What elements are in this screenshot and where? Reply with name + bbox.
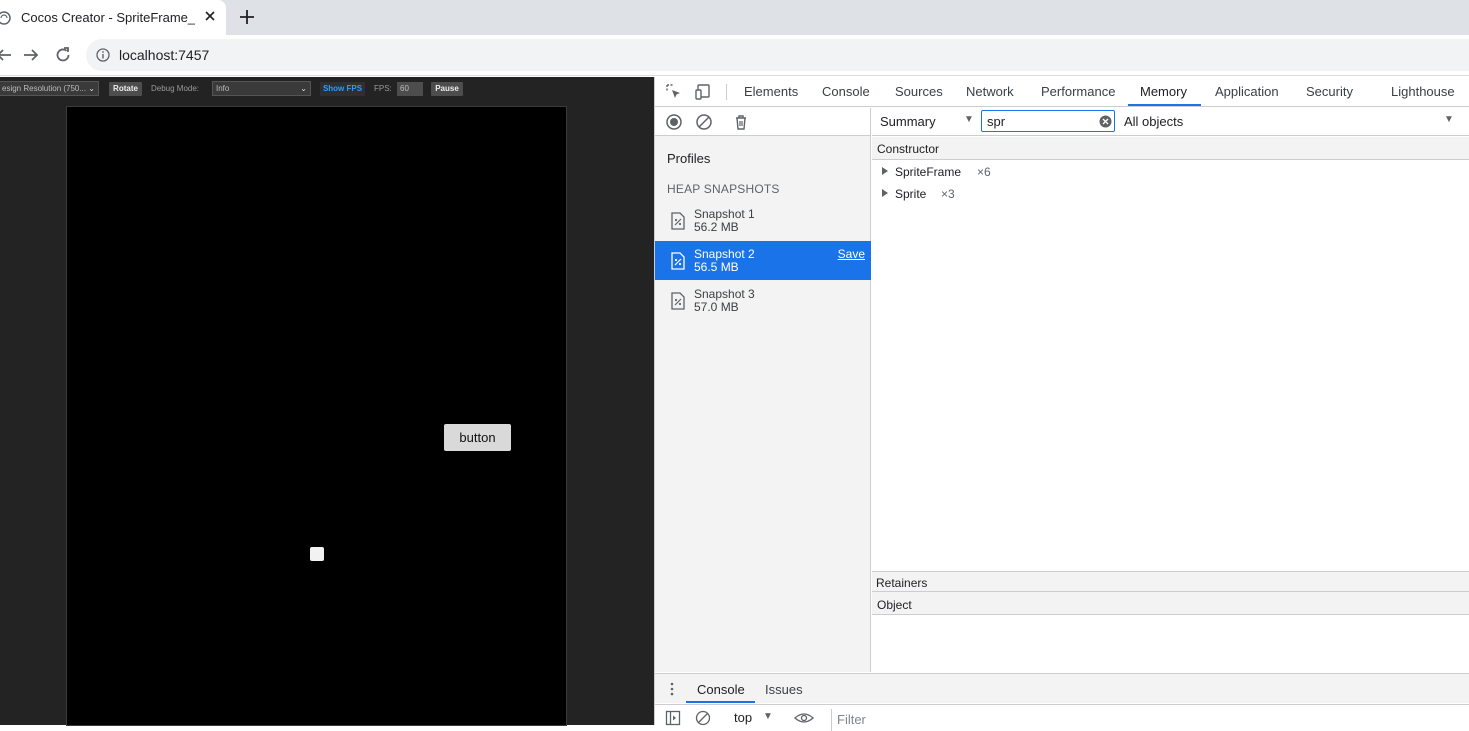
rotate-button[interactable]: Rotate <box>109 82 142 96</box>
tab-performance[interactable]: Performance <box>1041 84 1115 99</box>
snapshot-size: 56.2 MB <box>694 220 739 234</box>
console-filter-input[interactable]: Filter <box>831 709 1469 731</box>
save-link[interactable]: Save <box>838 247 865 261</box>
object-column-header[interactable]: Object <box>872 591 1469 615</box>
chrome-favicon-icon <box>0 11 11 25</box>
more-vertical-icon[interactable] <box>670 682 674 696</box>
pause-button[interactable]: Pause <box>431 82 463 96</box>
triangle-down-icon: ▼ <box>1444 114 1454 125</box>
game-sprite <box>310 547 324 561</box>
divider <box>726 84 727 100</box>
game-canvas[interactable]: button <box>66 106 567 726</box>
chevron-down-icon: ⌄ <box>300 84 307 93</box>
snapshot-item-2[interactable]: Snapshot 2 56.5 MB Save <box>655 241 871 280</box>
class-filter-input[interactable] <box>981 110 1115 132</box>
constructor-count: ×3 <box>941 187 955 201</box>
active-drawer-tab-indicator <box>686 701 755 703</box>
sidebar-toggle-icon[interactable] <box>665 710 681 726</box>
plus-icon[interactable] <box>237 7 257 27</box>
design-resolution-select[interactable]: esign Resolution (750... ⌄ <box>0 81 99 96</box>
game-button[interactable]: button <box>444 424 511 451</box>
table-row[interactable]: SpriteFrame ×6 <box>872 161 1469 183</box>
summary-toolbar: Summary ▼ All objects ▼ <box>872 108 1469 136</box>
clear-icon[interactable] <box>695 113 713 131</box>
clear-console-icon[interactable] <box>695 710 711 726</box>
tab-lighthouse[interactable]: Lighthouse <box>1391 84 1455 99</box>
objects-select-value: All objects <box>1124 114 1184 129</box>
active-tab-indicator <box>1128 104 1201 106</box>
console-toolbar: top ▼ Filter <box>655 704 1469 731</box>
snapshot-name: Snapshot 2 <box>694 247 755 261</box>
heap-snapshot-icon <box>671 252 685 270</box>
expand-triangle-icon[interactable] <box>881 166 889 176</box>
retainers-header: Retainers <box>872 571 1469 591</box>
debug-mode-select[interactable]: Info ⌄ <box>212 81 311 96</box>
info-icon[interactable] <box>96 48 110 62</box>
design-resolution-value: esign Resolution (750... <box>2 84 87 93</box>
snapshot-name: Snapshot 3 <box>694 287 755 301</box>
snapshot-name: Snapshot 1 <box>694 207 755 221</box>
view-select[interactable]: Summary ▼ <box>880 114 974 129</box>
heap-snapshot-icon <box>671 292 685 310</box>
address-bar[interactable]: localhost:7457 <box>86 39 1469 71</box>
chevron-down-icon: ⌄ <box>88 84 95 93</box>
trash-icon[interactable] <box>732 113 750 131</box>
objects-select[interactable]: All objects ▼ <box>1124 114 1464 129</box>
constructor-name: Sprite <box>895 187 927 201</box>
tab-console[interactable]: Console <box>822 84 870 99</box>
close-icon[interactable] <box>201 7 219 25</box>
back-arrow-icon[interactable] <box>0 45 14 65</box>
show-fps-button[interactable]: Show FPS <box>320 82 365 96</box>
tab-sources[interactable]: Sources <box>895 84 943 99</box>
record-icon[interactable] <box>665 113 683 131</box>
snapshot-size: 56.5 MB <box>694 260 739 274</box>
profiles-toolbar <box>655 108 871 136</box>
context-select[interactable]: top <box>734 710 752 725</box>
constructor-count: ×6 <box>977 165 991 179</box>
profiles-sidebar: Profiles HEAP SNAPSHOTS Snapshot 1 56.2 … <box>655 136 871 672</box>
inspect-element-icon[interactable] <box>665 83 683 101</box>
url-text: localhost:7457 <box>119 47 210 63</box>
snapshot-item-3[interactable]: Snapshot 3 57.0 MB <box>655 281 871 320</box>
devtools-panel: Elements Console Sources Network Perform… <box>654 77 1469 731</box>
browser-tabstrip: Cocos Creator - SpriteFrame_T <box>0 0 1469 35</box>
heap-snapshot-icon <box>671 212 685 230</box>
snapshot-item-1[interactable]: Snapshot 1 56.2 MB <box>655 201 871 240</box>
drawer-tab-console[interactable]: Console <box>697 682 745 697</box>
tab-elements[interactable]: Elements <box>744 84 798 99</box>
tab-memory[interactable]: Memory <box>1140 84 1187 99</box>
device-toolbar-icon[interactable] <box>695 83 713 101</box>
constructor-column-header[interactable]: Constructor <box>872 137 1469 160</box>
fps-label: FPS: <box>374 84 392 93</box>
browser-toolbar: localhost:7457 <box>0 35 1469 76</box>
game-preview: esign Resolution (750... ⌄ Rotate Debug … <box>0 77 654 726</box>
triangle-down-icon: ▼ <box>964 114 974 125</box>
table-row[interactable]: Sprite ×3 <box>872 183 1469 205</box>
expand-triangle-icon[interactable] <box>881 188 889 198</box>
preview-toolbar: esign Resolution (750... ⌄ Rotate Debug … <box>0 77 654 99</box>
fps-input[interactable]: 60 <box>397 82 423 96</box>
drawer-tabbar: Console Issues <box>655 673 1469 703</box>
profiles-title: Profiles <box>667 151 711 166</box>
reload-icon[interactable] <box>53 45 73 65</box>
forward-arrow-icon[interactable] <box>21 45 41 65</box>
snapshot-size: 57.0 MB <box>694 300 739 314</box>
debug-mode-label: Debug Mode: <box>151 84 200 93</box>
debug-mode-value: Info <box>216 84 230 93</box>
constructor-name: SpriteFrame <box>895 165 962 179</box>
drawer-tab-issues[interactable]: Issues <box>765 682 803 697</box>
tab-title: Cocos Creator - SpriteFrame_T <box>21 10 195 25</box>
eye-icon[interactable] <box>794 710 814 726</box>
tab-application[interactable]: Application <box>1215 84 1279 99</box>
tab-network[interactable]: Network <box>966 84 1014 99</box>
clear-input-icon[interactable] <box>1099 115 1112 128</box>
tab-security[interactable]: Security <box>1306 84 1353 99</box>
view-select-value: Summary <box>880 114 936 129</box>
heap-snapshots-title: HEAP SNAPSHOTS <box>667 182 780 196</box>
browser-tab-active[interactable]: Cocos Creator - SpriteFrame_T <box>0 0 226 35</box>
triangle-down-icon: ▼ <box>763 711 773 722</box>
devtools-tabbar: Elements Console Sources Network Perform… <box>655 77 1469 107</box>
